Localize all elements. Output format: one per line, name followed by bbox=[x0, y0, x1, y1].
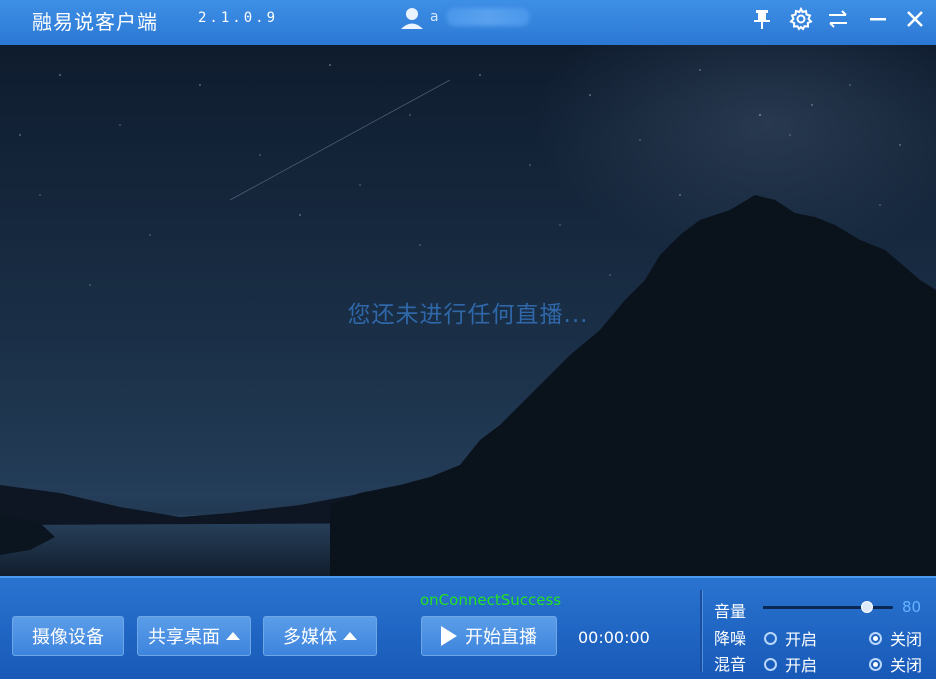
volume-slider-fill bbox=[763, 606, 867, 609]
audio-mix-on-radio[interactable]: 开启 bbox=[764, 652, 817, 676]
volume-slider[interactable] bbox=[763, 601, 893, 613]
audio-mix-off-radio[interactable]: 关闭 bbox=[869, 652, 922, 676]
connection-status: onConnectSuccess bbox=[420, 591, 562, 609]
multimedia-button[interactable]: 多媒体 bbox=[263, 616, 377, 656]
minimize-icon[interactable] bbox=[866, 7, 890, 31]
volume-value: 80 bbox=[902, 598, 922, 616]
user-name-redaction bbox=[446, 8, 530, 26]
live-timer: 00:00:00 bbox=[578, 628, 650, 647]
play-icon bbox=[441, 626, 457, 646]
caret-up-icon bbox=[226, 632, 240, 640]
noise-reduction-off-label: 关闭 bbox=[890, 630, 923, 649]
audio-mix-label: 混音 bbox=[714, 655, 747, 674]
swap-icon[interactable] bbox=[826, 7, 850, 31]
radio-dot bbox=[764, 657, 777, 671]
audio-mix-off-label: 关闭 bbox=[890, 656, 923, 675]
share-desktop-button[interactable]: 共享桌面 bbox=[137, 616, 251, 656]
noise-reduction-on-label: 开启 bbox=[785, 630, 818, 649]
close-icon[interactable] bbox=[903, 7, 927, 31]
multimedia-label: 多媒体 bbox=[283, 627, 337, 648]
noise-reduction-label: 降噪 bbox=[714, 629, 747, 648]
no-live-message: 您还未进行任何直播... bbox=[347, 302, 589, 328]
control-bar: 摄像设备 共享桌面 多媒体 onConnectSuccess 开始直播 00:0… bbox=[0, 576, 936, 679]
title-bar[interactable]: 融易说客户端 2.1.0.9 a bbox=[0, 0, 936, 45]
pin-icon[interactable] bbox=[750, 7, 774, 31]
caret-up-icon bbox=[343, 632, 357, 640]
app-window: 融易说客户端 2.1.0.9 a 您还未进行任何直播... 摄像设备 共享桌面 … bbox=[0, 0, 936, 679]
noise-reduction-off-radio[interactable]: 关闭 bbox=[869, 626, 922, 650]
gear-icon[interactable] bbox=[789, 7, 813, 31]
radio-dot bbox=[869, 657, 882, 671]
camera-device-button[interactable]: 摄像设备 bbox=[12, 616, 124, 656]
control-bar-border bbox=[0, 576, 936, 578]
noise-reduction-on-radio[interactable]: 开启 bbox=[764, 626, 817, 650]
start-live-label: 开始直播 bbox=[465, 627, 537, 648]
panel-divider bbox=[700, 590, 703, 672]
volume-slider-thumb[interactable] bbox=[861, 601, 873, 613]
radio-dot bbox=[764, 631, 777, 645]
user-name: a bbox=[430, 9, 439, 25]
app-title: 融易说客户端 bbox=[32, 10, 158, 34]
app-version: 2.1.0.9 bbox=[198, 10, 279, 26]
user-avatar-icon[interactable] bbox=[400, 6, 424, 30]
live-preview-area: 您还未进行任何直播... bbox=[0, 45, 936, 576]
audio-mix-on-label: 开启 bbox=[785, 656, 818, 675]
start-live-button[interactable]: 开始直播 bbox=[421, 616, 557, 656]
volume-label: 音量 bbox=[714, 602, 747, 621]
radio-dot bbox=[869, 631, 882, 645]
camera-device-label: 摄像设备 bbox=[32, 627, 104, 648]
share-desktop-label: 共享桌面 bbox=[148, 627, 220, 648]
